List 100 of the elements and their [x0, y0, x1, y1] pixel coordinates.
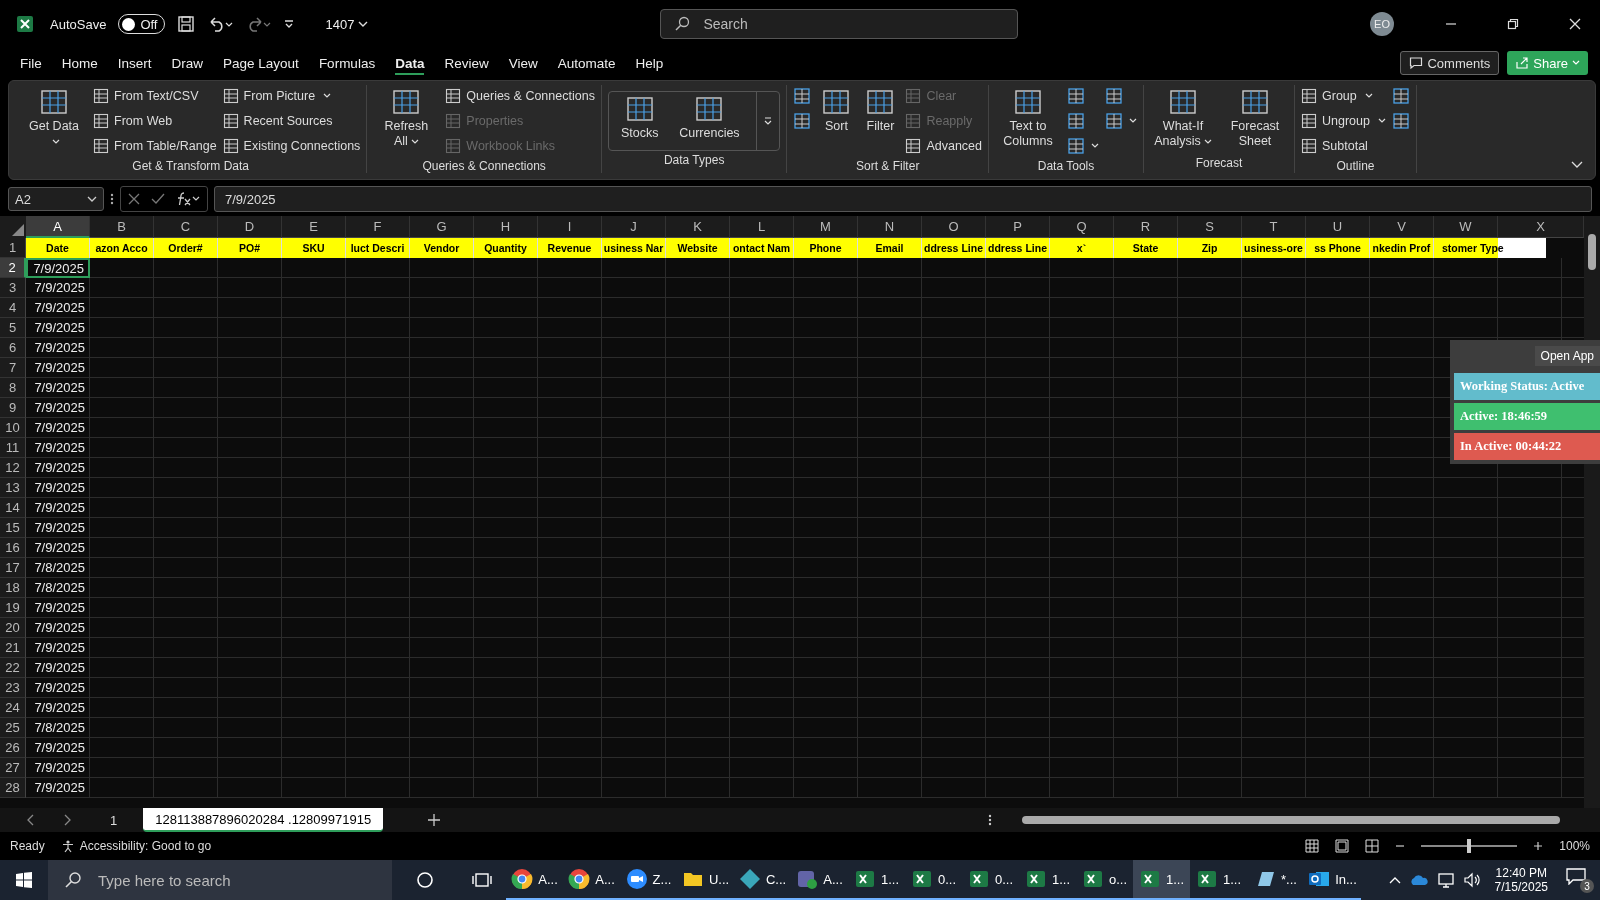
undo-icon[interactable]	[207, 15, 234, 33]
open-app-button[interactable]: Open App	[1534, 346, 1600, 366]
menu-tab[interactable]: Draw	[161, 48, 214, 78]
row-header[interactable]: 13	[0, 478, 26, 498]
ribbon-button[interactable]: From Table/Range	[93, 135, 217, 157]
sheet-tab[interactable]: 1	[98, 808, 130, 832]
circle-icon[interactable]	[416, 871, 434, 889]
row-header[interactable]: 2	[0, 258, 26, 278]
menu-tab[interactable]: Help	[625, 48, 674, 78]
row-header[interactable]: 14	[0, 498, 26, 518]
menu-tab[interactable]: Formulas	[308, 48, 386, 78]
windows-start-icon[interactable]	[15, 871, 33, 889]
page-layout-icon[interactable]	[1335, 839, 1350, 853]
taskbar-button[interactable]: U...	[677, 860, 734, 900]
row-header[interactable]: 24	[0, 698, 26, 718]
ribbon-button[interactable]: From Picture	[222, 85, 361, 107]
ribbon-button[interactable]: Filter	[861, 85, 900, 136]
ribbon-button[interactable]: From Web	[93, 110, 217, 132]
row-header[interactable]: 20	[0, 618, 26, 638]
row-header[interactable]: 10	[0, 418, 26, 438]
function-icon[interactable]	[175, 191, 201, 207]
ribbon-button[interactable]: Get Data	[21, 85, 87, 151]
ribbon-button[interactable]: Refresh All	[373, 85, 440, 151]
row-header[interactable]: 6	[0, 338, 26, 358]
row-header[interactable]: 9	[0, 398, 26, 418]
row-header[interactable]: 4	[0, 298, 26, 318]
menu-tab[interactable]: Review	[434, 48, 499, 78]
clock[interactable]: 12:40 PM 7/15/2025	[1494, 866, 1548, 894]
row-header[interactable]: 19	[0, 598, 26, 618]
icon-button[interactable]	[1105, 110, 1137, 132]
ribbon-button[interactable]: Ungroup	[1301, 110, 1386, 132]
normal-view-icon[interactable]	[1305, 839, 1320, 853]
close-icon[interactable]	[1569, 18, 1581, 30]
taskbar-button[interactable]: 1...	[1019, 860, 1076, 900]
zoom-level[interactable]: 100%	[1559, 839, 1590, 853]
row-header[interactable]: 15	[0, 518, 26, 538]
icon-button[interactable]	[793, 85, 812, 107]
comments-button[interactable]: Comments	[1400, 51, 1500, 75]
row-header[interactable]: 11	[0, 438, 26, 458]
monitor-icon[interactable]	[1436, 871, 1455, 889]
menu-tab[interactable]: Insert	[107, 48, 162, 78]
taskbar-button[interactable]: A...	[563, 860, 620, 900]
ribbon-button[interactable]: Subtotal	[1301, 135, 1386, 157]
row-header[interactable]: 22	[0, 658, 26, 678]
menu-tab[interactable]: File	[10, 48, 52, 78]
ribbon-button[interactable]: Text to Columns	[995, 85, 1061, 151]
ribbon-button[interactable]: From Text/CSV	[93, 85, 217, 107]
page-break-icon[interactable]	[1365, 839, 1380, 853]
taskbar-button[interactable]: 0...	[962, 860, 1019, 900]
task-view-icon[interactable]	[472, 871, 492, 889]
taskbar-button[interactable]: In...	[1304, 860, 1361, 900]
ribbon-button[interactable]: Recent Sources	[222, 110, 361, 132]
volume-icon[interactable]	[1462, 871, 1481, 889]
cancel-icon[interactable]	[127, 192, 141, 206]
icon-button[interactable]	[793, 110, 812, 132]
taskbar-button[interactable]: Z...	[620, 860, 677, 900]
more-icon[interactable]	[988, 813, 992, 827]
customize-icon[interactable]	[283, 18, 296, 30]
cloud-icon[interactable]	[1408, 873, 1429, 887]
ribbon-button[interactable]: Sort	[817, 85, 856, 136]
ribbon-button[interactable]: Advanced	[905, 135, 982, 157]
taskbar-button[interactable]: A...	[791, 860, 848, 900]
taskbar-button[interactable]: *...	[1247, 860, 1304, 900]
chevron-up-icon[interactable]	[1388, 876, 1401, 884]
ribbon-button[interactable]: Forecast Sheet	[1222, 85, 1288, 151]
icon-button[interactable]	[1067, 135, 1099, 157]
row-header[interactable]: 25	[0, 718, 26, 738]
row-header[interactable]: 16	[0, 538, 26, 558]
previous-sheet-icon[interactable]	[26, 814, 36, 826]
ribbon-button[interactable]: Currencies	[676, 92, 743, 143]
accessibility-button[interactable]: Accessibility: Good to go	[60, 839, 212, 853]
search-field[interactable]: Search	[660, 9, 1019, 39]
save-icon[interactable]	[177, 15, 196, 33]
taskbar-search-field[interactable]: Type here to search	[48, 860, 392, 900]
row-header[interactable]: 18	[0, 578, 26, 598]
ribbon-button[interactable]: What-If Analysis	[1150, 85, 1216, 151]
collapse-icon[interactable]	[1571, 161, 1583, 169]
ribbon-button[interactable]: Queries & Connections	[445, 85, 595, 107]
file-name-button[interactable]: 1407	[325, 16, 369, 32]
taskbar-button[interactable]: 1...	[848, 860, 905, 900]
row-header[interactable]: 5	[0, 318, 26, 338]
add-sheet-icon[interactable]	[427, 813, 442, 827]
row-header[interactable]: 21	[0, 638, 26, 658]
row-header[interactable]: 3	[0, 278, 26, 298]
row-header[interactable]: 27	[0, 758, 26, 778]
row-header[interactable]: 1	[0, 238, 26, 258]
row-header[interactable]: 12	[0, 458, 26, 478]
restore-icon[interactable]	[1507, 18, 1519, 30]
taskbar-button[interactable]: C...	[734, 860, 791, 900]
column-header[interactable]: A	[26, 216, 90, 238]
row-header[interactable]: 28	[0, 778, 26, 798]
ribbon-button[interactable]: Group	[1301, 85, 1386, 107]
icon-button[interactable]	[1391, 110, 1410, 132]
menu-tab[interactable]: Data	[385, 48, 435, 78]
menu-tab[interactable]: Home	[51, 48, 108, 78]
row-header[interactable]: 17	[0, 558, 26, 578]
name-box[interactable]: A2	[8, 187, 104, 211]
menu-tab[interactable]: View	[498, 48, 548, 78]
check-icon[interactable]	[151, 192, 165, 206]
taskbar-button[interactable]: 1...	[1190, 860, 1247, 900]
